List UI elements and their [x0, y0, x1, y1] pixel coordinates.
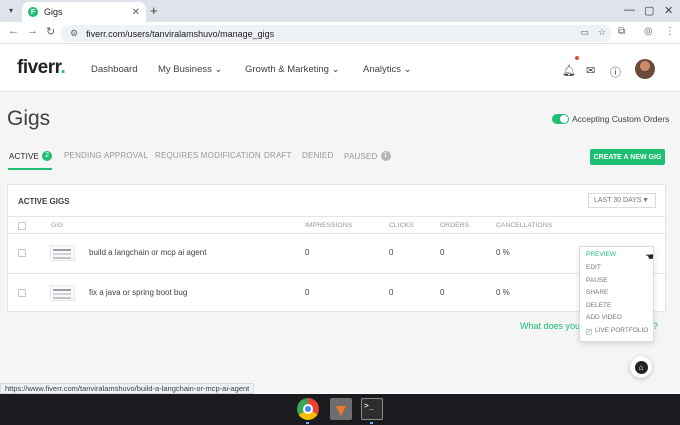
- card-title: ACTIVE GIGS: [18, 197, 70, 206]
- new-tab-button[interactable]: +: [150, 3, 158, 18]
- chevron-down-icon: ⌄: [331, 64, 340, 75]
- impressions-value: 0: [305, 288, 310, 297]
- status-bar-url: https://www.fiverr.com/tanviralamshuvo/b…: [0, 383, 255, 394]
- site-info-icon[interactable]: ⚙: [70, 28, 78, 39]
- mouse-pointer-icon: ☚: [645, 252, 654, 263]
- terminal-icon[interactable]: >_: [361, 398, 383, 420]
- chevron-down-icon: ⌄: [214, 64, 223, 75]
- bookmark-star-icon[interactable]: ☆: [598, 27, 606, 38]
- tab-denied[interactable]: DENIED: [302, 151, 333, 160]
- table-header: GIG IMPRESSIONS CLICKS ORDERS CANCELLATI…: [8, 216, 665, 234]
- tab-active[interactable]: ACTIVE 2: [9, 151, 53, 161]
- minimize-icon[interactable]: —: [624, 4, 635, 16]
- gig-thumbnail[interactable]: [50, 285, 75, 301]
- running-indicator: [306, 422, 309, 424]
- notifications-bell-icon[interactable]: 🔔︎: [562, 64, 576, 77]
- checkbox-icon[interactable]: ✓: [586, 329, 592, 335]
- dropdown-arrow-icon: ▼: [642, 197, 649, 204]
- impressions-value: 0: [305, 248, 310, 257]
- tab-draft[interactable]: DRAFT: [264, 151, 292, 160]
- active-tab-indicator: [8, 168, 52, 170]
- messages-icon[interactable]: ✉: [586, 64, 595, 77]
- gig-actions-menu: PREVIEW EDIT PAUSE SHARE DELETE ADD VIDE…: [579, 246, 654, 342]
- chrome-icon[interactable]: [297, 398, 319, 420]
- install-app-icon[interactable]: ▭: [580, 27, 589, 38]
- row-checkbox[interactable]: [18, 249, 26, 257]
- tab-title: Gigs: [44, 7, 63, 17]
- date-range-select[interactable]: LAST 30 DAYS ▼: [588, 193, 656, 208]
- reload-icon[interactable]: ↻: [46, 25, 55, 38]
- clicks-value: 0: [389, 248, 394, 257]
- orders-value: 0: [440, 288, 445, 297]
- orders-value: 0: [440, 248, 445, 257]
- select-all-checkbox[interactable]: [18, 222, 26, 230]
- notification-dot: [575, 56, 579, 60]
- tab-search-icon[interactable]: ▾: [5, 5, 17, 17]
- menu-item-pause[interactable]: PAUSE: [586, 277, 608, 284]
- menu-item-edit[interactable]: EDIT: [586, 264, 601, 271]
- table-row[interactable]: build a langchain or mcp ai agent 0 0 0 …: [8, 234, 665, 273]
- site-header: fiverr. Dashboard My Business ⌄ Growth &…: [0, 45, 680, 92]
- browser-menu-icon[interactable]: ⋮: [665, 26, 675, 37]
- home-icon: ⌂: [634, 360, 648, 374]
- menu-item-live-portfolio[interactable]: ✓ LIVE PORTFOLIO: [586, 327, 648, 335]
- file-transfer-icon[interactable]: [330, 398, 352, 420]
- accessibility-button[interactable]: ⌂: [630, 356, 652, 378]
- gig-title[interactable]: fix a java or spring boot bug: [89, 288, 187, 297]
- col-gig: GIG: [51, 222, 64, 229]
- running-indicator: [370, 422, 373, 424]
- fiverr-logo[interactable]: fiverr.: [17, 57, 66, 79]
- browser-tab[interactable]: F Gigs ✕: [22, 2, 146, 22]
- create-gig-button[interactable]: CREATE A NEW GIG: [590, 149, 665, 165]
- cancellations-value: 0 %: [496, 288, 510, 297]
- col-cancellations: CANCELLATIONS: [496, 222, 553, 229]
- table-row[interactable]: fix a java or spring boot bug 0 0 0 0 %: [8, 273, 665, 312]
- nav-dashboard[interactable]: Dashboard: [91, 64, 137, 75]
- chevron-down-icon: ⌄: [403, 64, 412, 75]
- maximize-icon[interactable]: ▢: [644, 4, 654, 17]
- fiverr-favicon-icon: F: [28, 7, 38, 17]
- browser-tab-strip: ▾ F Gigs ✕ + — ▢ ✕: [0, 0, 680, 22]
- menu-item-share[interactable]: SHARE: [586, 289, 608, 296]
- menu-item-add-video[interactable]: ADD VIDEO: [586, 314, 622, 321]
- cancellations-value: 0 %: [496, 248, 510, 257]
- col-orders: ORDERS: [440, 222, 470, 229]
- tab-count-badge: 1: [380, 151, 391, 161]
- forward-icon[interactable]: →: [27, 25, 38, 37]
- clicks-value: 0: [389, 288, 394, 297]
- back-icon[interactable]: ←: [8, 25, 19, 37]
- tab-requires-modification[interactable]: REQUIRES MODIFICATION: [155, 151, 261, 160]
- profile-icon[interactable]: ◎: [644, 26, 653, 37]
- tab-count-badge: 2: [42, 151, 53, 161]
- active-gigs-card: ACTIVE GIGS LAST 30 DAYS ▼ GIG IMPRESSION…: [7, 184, 666, 312]
- avatar[interactable]: [635, 59, 655, 79]
- nav-growth-marketing[interactable]: Growth & Marketing ⌄: [245, 64, 340, 75]
- extensions-icon[interactable]: ⧉: [618, 26, 625, 37]
- help-icon[interactable]: ⓘ: [610, 64, 621, 80]
- col-impressions: IMPRESSIONS: [305, 222, 353, 229]
- col-clicks: CLICKS: [389, 222, 414, 229]
- address-bar[interactable]: ⚙ fiverr.com/users/tanviralamshuvo/manag…: [60, 25, 612, 42]
- custom-orders-label: Accepting Custom Orders: [572, 114, 670, 124]
- tab-paused[interactable]: PAUSED 1: [344, 151, 391, 161]
- close-tab-icon[interactable]: ✕: [132, 7, 140, 18]
- nav-my-business[interactable]: My Business ⌄: [158, 64, 222, 75]
- browser-toolbar: ← → ↻ ⚙ fiverr.com/users/tanviralamshuvo…: [0, 22, 680, 44]
- gig-thumbnail[interactable]: [50, 245, 75, 261]
- menu-item-delete[interactable]: DELETE: [586, 302, 611, 309]
- page-title: Gigs: [7, 107, 51, 130]
- row-checkbox[interactable]: [18, 289, 26, 297]
- menu-item-preview[interactable]: PREVIEW: [586, 251, 616, 258]
- gig-title[interactable]: build a langchain or mcp ai agent: [89, 248, 206, 257]
- nav-analytics[interactable]: Analytics ⌄: [363, 64, 412, 75]
- tab-pending-approval[interactable]: PENDING APPROVAL: [64, 151, 148, 160]
- gigs-page: Gigs Accepting Custom Orders ACTIVE 2 PEN…: [0, 92, 680, 393]
- os-taskbar: >_: [0, 394, 680, 425]
- custom-orders-toggle[interactable]: [552, 114, 569, 124]
- url-text: fiverr.com/users/tanviralamshuvo/manage_…: [86, 28, 275, 39]
- close-window-icon[interactable]: ✕: [664, 4, 673, 17]
